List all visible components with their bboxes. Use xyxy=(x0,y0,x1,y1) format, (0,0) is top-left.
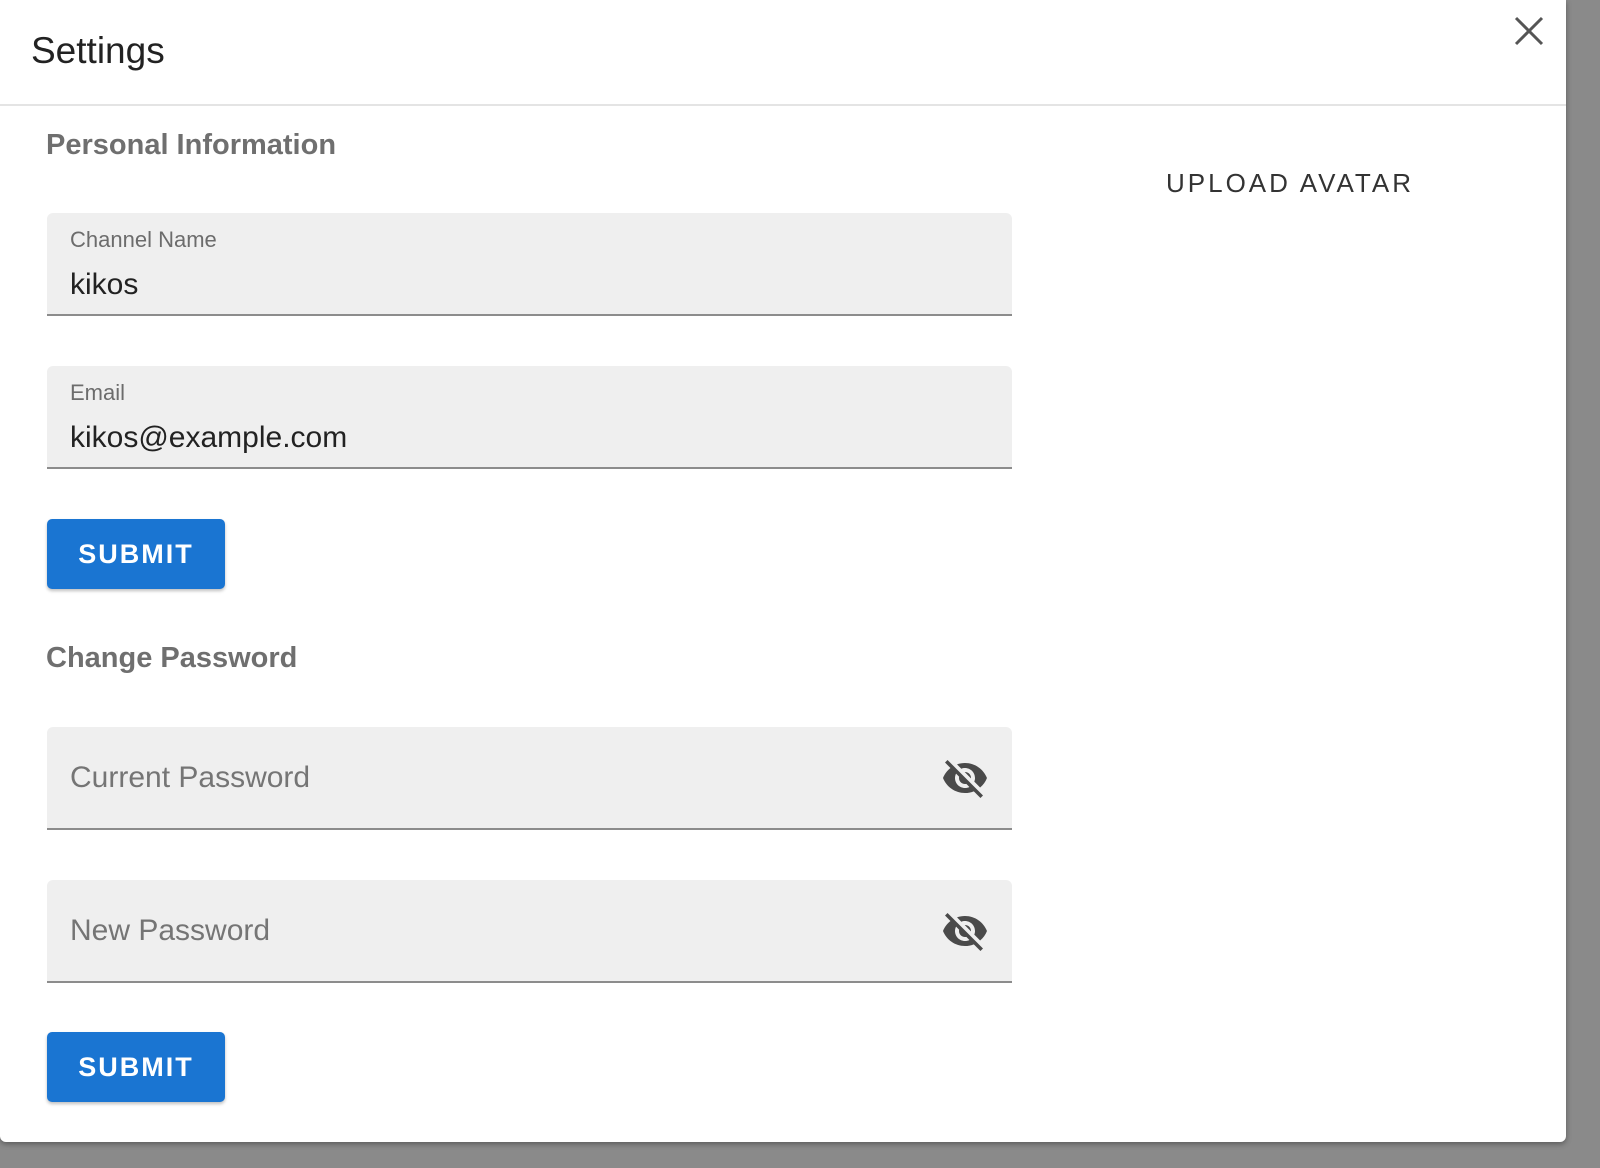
current-password-field[interactable]: Current Password xyxy=(47,727,1012,830)
change-password-submit-button[interactable]: SUBMIT xyxy=(47,1032,225,1102)
visibility-off-icon[interactable] xyxy=(941,754,989,802)
email-field[interactable]: Email kikos@example.com xyxy=(47,366,1012,469)
personal-info-heading: Personal Information xyxy=(46,129,337,161)
dialog-title: Settings xyxy=(31,30,165,71)
email-value[interactable]: kikos@example.com xyxy=(70,420,347,456)
upload-avatar-button[interactable]: UPLOAD AVATAR xyxy=(1150,158,1430,208)
channel-name-label: Channel Name xyxy=(70,227,217,252)
close-button[interactable] xyxy=(1510,12,1548,50)
visibility-off-icon[interactable] xyxy=(941,907,989,955)
dialog-header: Settings xyxy=(0,0,1566,106)
new-password-placeholder[interactable]: New Password xyxy=(70,913,270,949)
channel-name-value[interactable]: kikos xyxy=(70,267,138,303)
personal-info-submit-button[interactable]: SUBMIT xyxy=(47,519,225,589)
close-icon xyxy=(1514,16,1544,46)
settings-dialog: Settings Personal Information Channel Na… xyxy=(0,0,1566,1142)
channel-name-field[interactable]: Channel Name kikos xyxy=(47,213,1012,316)
current-password-placeholder[interactable]: Current Password xyxy=(70,760,310,796)
new-password-field[interactable]: New Password xyxy=(47,880,1012,983)
email-label: Email xyxy=(70,380,126,405)
change-password-heading: Change Password xyxy=(46,642,298,674)
